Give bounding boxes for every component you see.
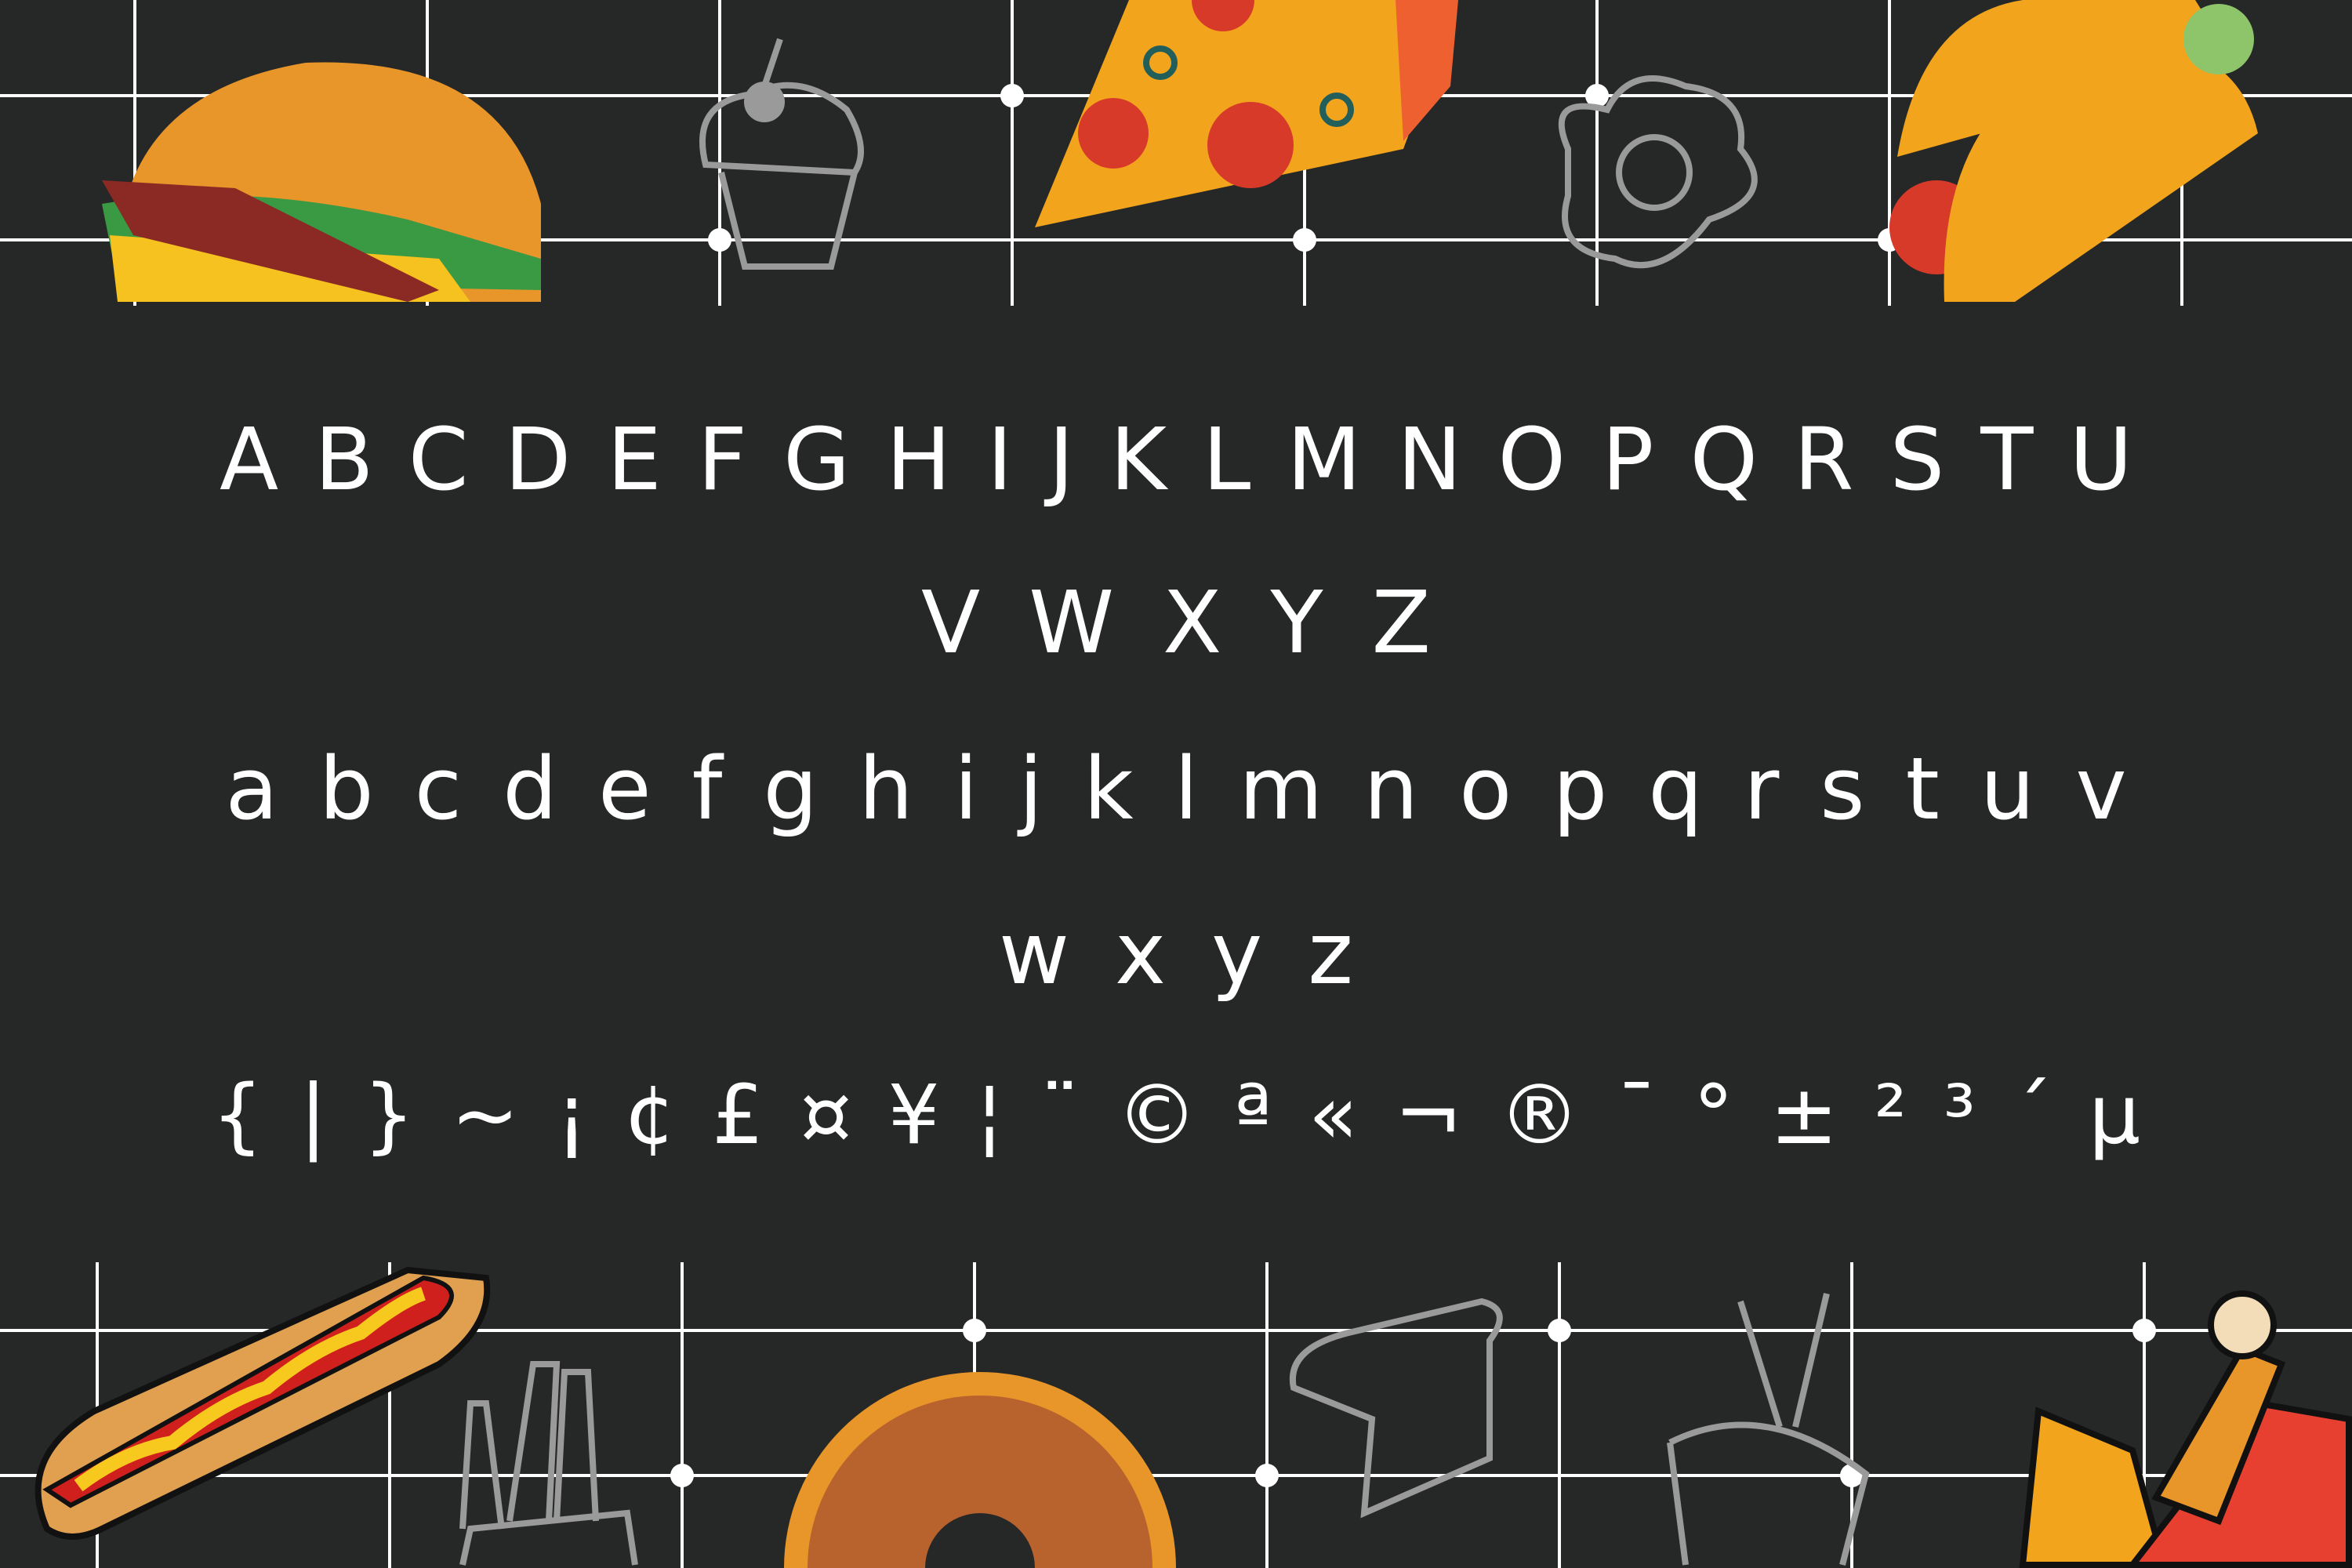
hotdog-icon	[34, 1266, 491, 1540]
uppercase-line-2: VWXYZ	[921, 572, 1479, 673]
grid-dot	[1000, 84, 1024, 107]
symbols-line: {|}~¡¢£¤¥¦¨©ª«¬®¯°±²³´µ	[211, 1067, 2177, 1163]
grid-dot	[963, 1319, 986, 1342]
grid-dot	[1255, 1464, 1279, 1487]
grid-dot	[708, 228, 731, 252]
bottom-food-grid-band	[0, 1262, 2352, 1568]
grid-dot	[1293, 228, 1316, 252]
grid-dot	[670, 1464, 694, 1487]
donut-icon	[784, 1372, 1176, 1568]
pizza-slice-icon	[1035, 0, 1458, 227]
taco-icon	[1889, 0, 2258, 302]
lowercase-line-1: abcdefghijklmnopqrstuv	[225, 739, 2168, 839]
grid-dot	[2132, 1319, 2156, 1342]
noodle-bowl-icon	[1667, 1293, 1870, 1566]
bread-icon	[1289, 1298, 1503, 1519]
fried-egg-icon	[1558, 75, 1758, 269]
lowercase-line-2: wxyz	[999, 903, 1399, 1004]
fries-icon	[459, 1361, 638, 1566]
chicken-leg-icon	[2019, 1290, 2352, 1568]
top-food-grid-band	[0, 0, 2352, 306]
burger-icon	[102, 62, 541, 302]
uppercase-line-1: ABCDEFGHIJKLMNOPQRSTU	[220, 409, 2169, 510]
grid-dot	[1548, 1319, 1571, 1342]
